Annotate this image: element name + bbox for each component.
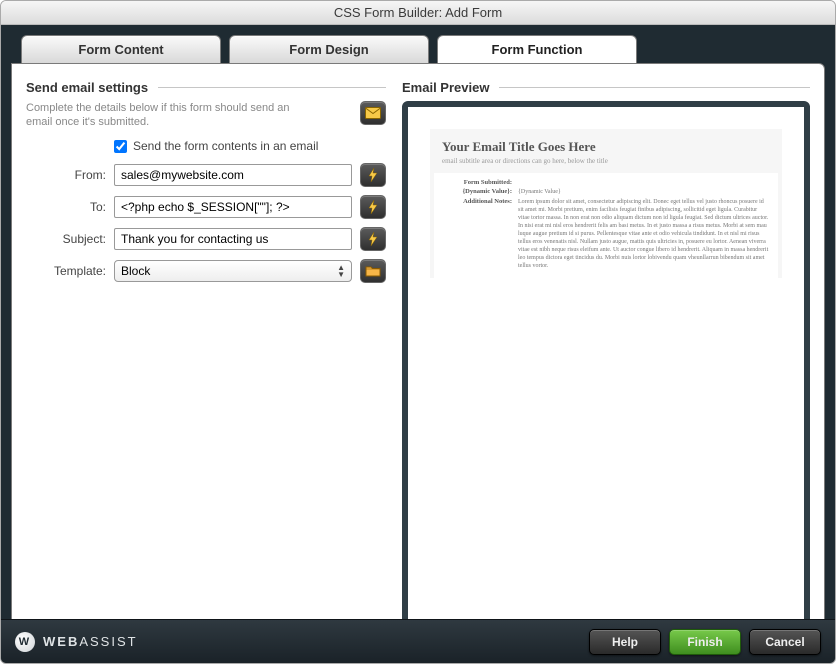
subject-input[interactable] — [114, 228, 352, 250]
email-preview-body: Your Email Title Goes Here email subtitl… — [430, 129, 782, 278]
dialog-body: Form Content Form Design Form Function S… — [1, 25, 835, 663]
preview-header: Email Preview — [402, 80, 810, 95]
tab-panel: Send email settings Complete the details… — [11, 63, 825, 653]
brand-text: ASSIST — [79, 634, 137, 649]
tab-form-content[interactable]: Form Content — [21, 35, 221, 63]
from-dynamic-button[interactable] — [360, 163, 386, 187]
divider — [499, 87, 810, 88]
template-select[interactable]: Block ▲▼ — [114, 260, 352, 282]
webassist-logo-icon: W — [15, 632, 35, 652]
email-preview-frame: Your Email Title Goes Here email subtitl… — [402, 101, 810, 636]
help-button[interactable]: Help — [589, 629, 661, 655]
email-preview-subtitle: email subtitle area or directions can go… — [430, 157, 782, 173]
section-header: Send email settings — [26, 80, 386, 95]
window-title: CSS Form Builder: Add Form — [1, 1, 835, 25]
email-preview-table: Form Submitted: {Dynamic Value}: {Dynami… — [434, 173, 778, 278]
settings-column: Send email settings Complete the details… — [26, 80, 386, 636]
to-input[interactable] — [114, 196, 352, 218]
to-label: To: — [26, 200, 114, 214]
email-row-value: Lorem ipsum dolor sit amet, consectetur … — [518, 198, 770, 270]
email-row-key: {Dynamic Value}: — [442, 188, 518, 196]
preview-title: Email Preview — [402, 80, 489, 95]
send-email-checkbox[interactable] — [114, 140, 127, 153]
template-row: Template: Block ▲▼ — [26, 259, 386, 283]
lightning-icon — [368, 200, 378, 214]
section-title: Send email settings — [26, 80, 148, 95]
cancel-button[interactable]: Cancel — [749, 629, 821, 655]
email-row-value: {Dynamic Value} — [518, 188, 770, 196]
send-email-checkbox-row: Send the form contents in an email — [114, 139, 386, 153]
email-settings-button[interactable] — [360, 101, 386, 125]
tab-form-design[interactable]: Form Design — [229, 35, 429, 63]
to-dynamic-button[interactable] — [360, 195, 386, 219]
template-label: Template: — [26, 264, 114, 278]
subject-label: Subject: — [26, 232, 114, 246]
divider — [158, 87, 386, 88]
from-input[interactable] — [114, 164, 352, 186]
template-select-value: Block — [121, 264, 150, 278]
lightning-icon — [368, 232, 378, 246]
from-label: From: — [26, 168, 114, 182]
email-preview-title: Your Email Title Goes Here — [430, 129, 782, 157]
brand-logo-area: W WEBASSIST — [15, 632, 138, 652]
envelope-icon — [365, 107, 381, 119]
subject-dynamic-button[interactable] — [360, 227, 386, 251]
email-row-key: Form Submitted: — [442, 179, 518, 186]
select-arrows-icon: ▲▼ — [337, 264, 345, 278]
lightning-icon — [368, 168, 378, 182]
section-description: Complete the details below if this form … — [26, 101, 296, 129]
preview-column: Email Preview Your Email Title Goes Here… — [402, 80, 810, 636]
dialog-footer: W WEBASSIST Help Finish Cancel — [1, 619, 835, 663]
template-browse-button[interactable] — [360, 259, 386, 283]
tab-bar: Form Content Form Design Form Function — [11, 35, 825, 63]
email-row-key: Additional Notes: — [442, 198, 518, 270]
finish-button[interactable]: Finish — [669, 629, 741, 655]
send-email-checkbox-label: Send the form contents in an email — [133, 139, 318, 153]
to-row: To: — [26, 195, 386, 219]
from-row: From: — [26, 163, 386, 187]
email-row-value — [518, 179, 770, 186]
dialog-window: CSS Form Builder: Add Form Form Content … — [0, 0, 836, 664]
tab-form-function[interactable]: Form Function — [437, 35, 637, 63]
subject-row: Subject: — [26, 227, 386, 251]
brand-text-bold: WEB — [43, 634, 79, 649]
folder-icon — [365, 265, 381, 277]
